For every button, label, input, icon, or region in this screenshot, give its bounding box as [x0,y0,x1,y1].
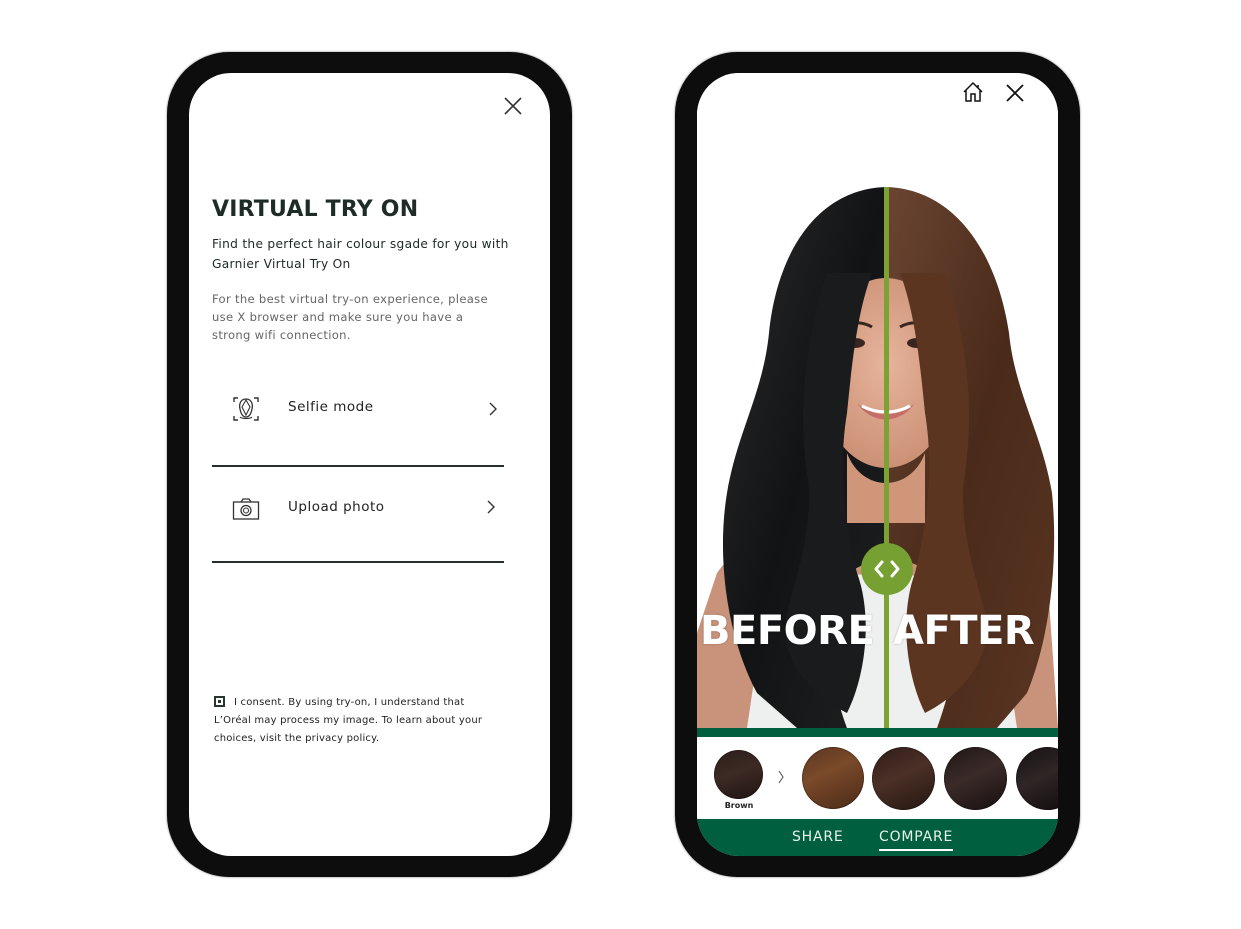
current-shade-name: Brown [724,801,754,810]
chevron-right-icon [489,402,497,416]
before-label: BEFORE [700,608,875,654]
chevron-right-icon [487,500,495,514]
green-separator [697,728,1058,737]
current-shade-swatch[interactable] [714,750,763,799]
page-title: VIRTUAL TRY ON [212,197,419,222]
close-button[interactable] [502,95,524,117]
subtitle: Find the perfect hair colour sgade for y… [212,237,509,271]
consent-text: I consent. By using try-on, I understand… [214,697,483,744]
after-label: AFTER [893,608,1035,654]
consent-checkbox[interactable] [214,696,225,707]
home-button[interactable] [961,80,985,104]
chevrons-left-right-icon [874,560,900,578]
phone-frame-left: VIRTUAL TRY ON Find the perfect hair col… [167,52,572,877]
home-icon [963,81,983,102]
camera-icon [232,498,260,520]
upload-photo-option[interactable]: Upload photo [212,465,504,563]
browser-hint: For the best virtual try-on experience, … [212,292,488,342]
selfie-mode-option[interactable]: Selfie mode [212,369,504,467]
compare-screen: BEFORE AFTER Brown SHARE COMPARE [697,73,1058,856]
shade-selector: Brown [697,737,1058,819]
bottom-nav: SHARE COMPARE [697,819,1058,856]
face-scan-icon [233,397,259,421]
close-icon [504,97,522,115]
close-icon [1006,84,1024,102]
chevron-right-icon [778,770,784,784]
phone-frame-right: BEFORE AFTER Brown SHARE COMPARE [675,52,1080,877]
compare-slider-handle[interactable] [861,543,913,595]
share-tab[interactable]: SHARE [792,829,844,849]
shade-swatch[interactable] [1016,747,1058,810]
shade-swatch[interactable] [802,747,864,809]
close-button[interactable] [1004,82,1026,104]
compare-divider-line [884,187,889,728]
consent-block: I consent. By using try-on, I understand… [214,694,499,748]
shade-swatch[interactable] [944,747,1007,810]
shade-swatch[interactable] [872,747,935,810]
compare-tab[interactable]: COMPARE [879,829,954,851]
upload-photo-label: Upload photo [288,499,385,515]
selfie-mode-label: Selfie mode [288,399,374,415]
virtual-try-on-start-screen: VIRTUAL TRY ON Find the perfect hair col… [189,73,550,856]
